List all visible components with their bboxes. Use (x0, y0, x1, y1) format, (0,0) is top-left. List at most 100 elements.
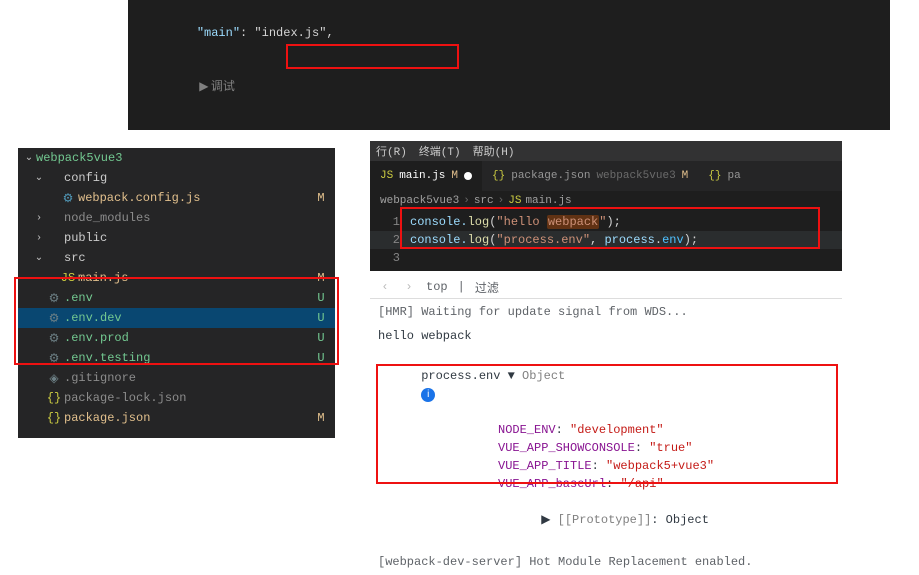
breadcrumb[interactable]: webpack5vue3› src› JS main.js (370, 191, 842, 211)
json-icon: {} (46, 411, 62, 425)
property-value: "webpack5+vue3" (606, 459, 714, 473)
chevron-right-icon[interactable]: › (32, 213, 46, 224)
explorer-item[interactable]: ·{}package-lock.json (18, 388, 335, 408)
code-editor: 行(R) 终端(T) 帮助(H) JSmain.jsM {} package.jso… (370, 141, 842, 271)
tab-label: package.json (511, 170, 590, 182)
unsaved-dot-icon (464, 172, 472, 180)
explorer-item[interactable]: ·⚙.env.devU (18, 308, 335, 328)
devtools-console: ‹ › top | 过滤 [HMR] Waiting for update si… (370, 276, 842, 512)
object-property[interactable]: VUE_APP_TITLE: "webpack5+vue3" (378, 457, 834, 475)
code-line-3: 3 (370, 249, 842, 267)
editor-tab[interactable]: JSmain.jsM (370, 161, 482, 191)
git-status-badge: M (313, 411, 329, 425)
console-line: [webpack-dev-server] Hot Module Replacem… (378, 553, 834, 571)
tab-path: webpack5vue3 (596, 170, 675, 182)
property-key: VUE_APP_SHOWCONSOLE (498, 441, 635, 455)
git-status-badge: M (313, 271, 329, 285)
env-icon: ⚙ (46, 351, 62, 366)
chevron-down-icon[interactable]: ⌄ (32, 252, 46, 264)
debug-label: 调试 (211, 80, 235, 94)
object-property[interactable]: VUE_APP_SHOWCONSOLE: "true" (378, 439, 834, 457)
js-icon: JS (508, 195, 521, 207)
explorer-item[interactable]: ·◈.gitignore (18, 368, 335, 388)
env-icon: ⚙ (46, 331, 62, 346)
info-icon[interactable]: i (421, 388, 435, 402)
env-icon: ⚙ (46, 311, 62, 326)
chevron-right-icon: › (463, 195, 470, 207)
line-number: 1 (370, 215, 410, 229)
explorer-item[interactable]: ·⚙.env.testingU (18, 348, 335, 368)
editor-tab[interactable]: {}package.jsonwebpack5vue3M (482, 161, 698, 191)
modified-badge: M (451, 170, 458, 182)
code-line-2: 2 console.log("process.env", process.env… (370, 231, 842, 249)
context-selector[interactable]: top (426, 280, 448, 294)
json-key: "main" (197, 26, 240, 40)
object-property[interactable]: NODE_ENV: "development" (378, 421, 834, 439)
property-value: "true" (649, 441, 692, 455)
menu-terminal[interactable]: 终端(T) (419, 143, 461, 159)
code-line-1: 1 console.log("hello webpack"); (370, 213, 842, 231)
crumb: webpack5vue3 (380, 195, 459, 207)
file-label: .env.prod (64, 331, 313, 345)
filter-label[interactable]: 过滤 (475, 279, 499, 296)
object-label: process.env (421, 369, 507, 383)
explorer-item[interactable]: ⌄ config (18, 168, 335, 188)
caret-down-icon[interactable]: ▼ (508, 369, 515, 383)
editor-body[interactable]: 1 console.log("hello webpack"); 2 consol… (370, 211, 842, 269)
object-property[interactable]: VUE_APP_baseUrl: "/api" (378, 475, 834, 493)
explorer-list: ⌄ config ·⚙webpack.config.jsM›node_modules… (18, 168, 335, 428)
explorer-item[interactable]: ·JSmain.jsM (18, 268, 335, 288)
editor-tab[interactable]: {} pa (698, 161, 750, 191)
git-icon: ◈ (46, 371, 62, 386)
chevron-right-icon[interactable]: › (32, 233, 46, 244)
console-body[interactable]: [HMR] Waiting for update signal from WDS… (370, 299, 842, 575)
line-number: 2 (370, 233, 410, 247)
file-type-icon: {} (492, 170, 505, 182)
package-json-snippet: "main": "index.js", ▶调试 "scripts": { "de… (128, 0, 890, 130)
file-label: src (64, 251, 313, 265)
explorer-item[interactable]: ·⚙webpack.config.jsM (18, 188, 335, 208)
chevron-right-icon[interactable]: › (402, 280, 416, 294)
editor-tabs: JSmain.jsM {} package.json webpack5vue3 M {} p… (370, 161, 842, 191)
property-key: NODE_ENV (498, 423, 556, 437)
crumb: src (474, 195, 494, 207)
property-value: "/api" (620, 477, 663, 491)
explorer-item[interactable]: ·{}package.jsonM (18, 408, 335, 428)
explorer-item[interactable]: ⌄ src (18, 248, 335, 268)
file-label: .gitignore (64, 371, 313, 385)
file-label: main.js (78, 271, 313, 285)
file-type-icon: JS (380, 170, 393, 182)
menu-run[interactable]: 行(R) (376, 143, 407, 159)
explorer-item[interactable]: ·⚙.envU (18, 288, 335, 308)
file-type-icon: {} (708, 170, 721, 182)
property-value: "development" (570, 423, 664, 437)
git-status-badge: U (313, 331, 329, 345)
explorer-item[interactable]: ·⚙.env.prodU (18, 328, 335, 348)
property-key: VUE_APP_baseUrl (498, 477, 606, 491)
console-toolbar: ‹ › top | 过滤 (370, 276, 842, 299)
explorer-item[interactable]: ›node_modules (18, 208, 335, 228)
object-type: Object (522, 369, 565, 383)
console-object[interactable]: process.env ▼ Object i (378, 349, 834, 421)
tab-label: pa (727, 170, 740, 182)
file-label: package.json (64, 411, 313, 425)
file-label: webpack.config.js (78, 191, 313, 205)
gutter-debug[interactable]: ▶调试 (138, 60, 880, 114)
git-status-badge: U (313, 311, 329, 325)
explorer-root[interactable]: ⌄ webpack5vue3 (18, 148, 335, 168)
file-label: .env.testing (64, 351, 313, 365)
file-label: package-lock.json (64, 391, 313, 405)
file-label: config (64, 171, 313, 185)
chevron-down-icon[interactable]: ⌄ (32, 172, 46, 184)
chevron-left-icon[interactable]: ‹ (378, 280, 392, 294)
search-highlight: webpack (547, 215, 599, 229)
json-punc: : "index.js", (240, 26, 334, 40)
proto-key: [[Prototype]] (558, 513, 652, 527)
menu-help[interactable]: 帮助(H) (473, 143, 515, 159)
file-label: .env.dev (64, 311, 313, 325)
line-number: 3 (370, 251, 410, 265)
object-prototype[interactable]: ▶ [[Prototype]]: Object (378, 493, 834, 547)
code-line: "scripts": { (138, 114, 880, 130)
git-status-badge: U (313, 351, 329, 365)
explorer-item[interactable]: ›public (18, 228, 335, 248)
